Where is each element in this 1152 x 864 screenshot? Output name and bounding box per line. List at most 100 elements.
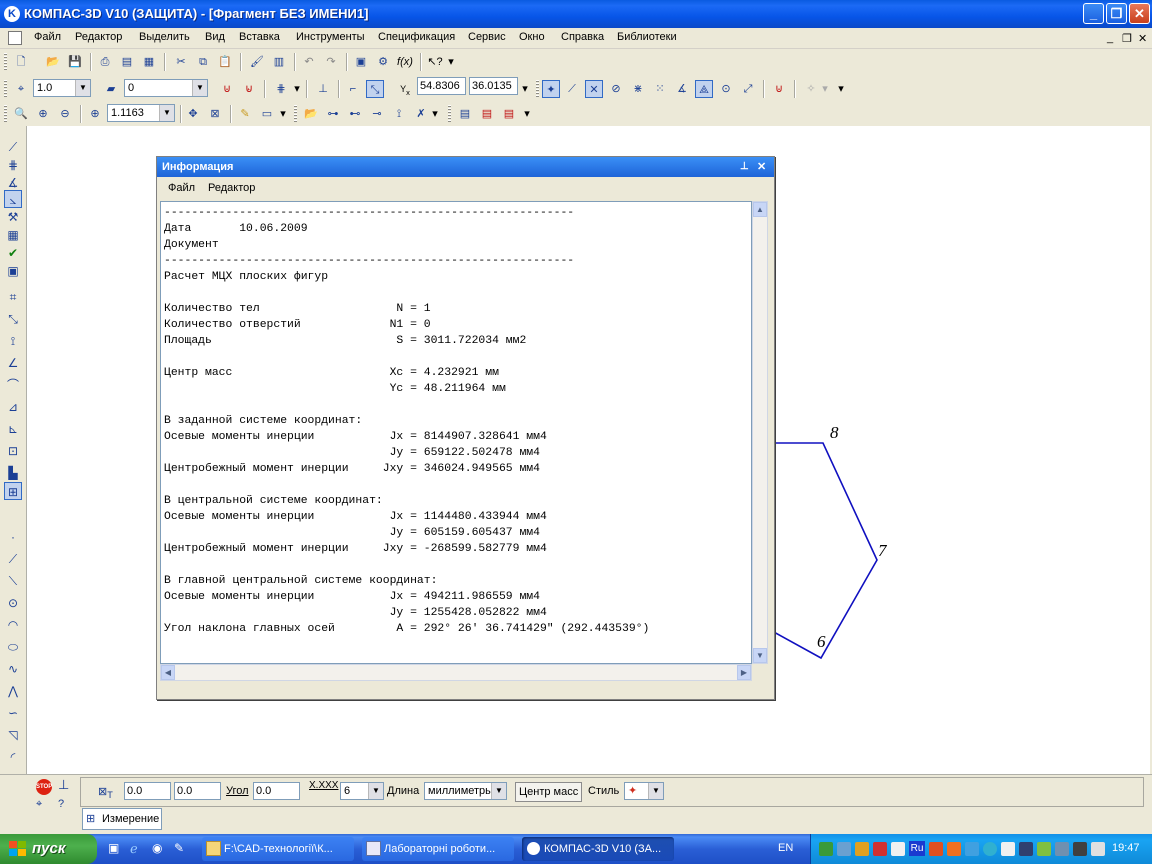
- toolbar-options-icon[interactable]: ▾: [446, 53, 456, 71]
- show-desktop-icon[interactable]: ▣: [108, 841, 124, 857]
- info-text-area[interactable]: ----------------------------------------…: [160, 201, 752, 664]
- tray-messenger-icon[interactable]: [965, 842, 979, 856]
- menu-view[interactable]: Вид: [205, 31, 225, 43]
- spline-icon[interactable]: ∿: [4, 660, 22, 678]
- vertical-scrollbar[interactable]: ▲ ▼: [752, 201, 768, 664]
- t-x-field[interactable]: 0.0: [124, 782, 171, 800]
- chevron-down-icon[interactable]: ▾: [430, 105, 440, 123]
- keyboard-layout-indicator[interactable]: Ru: [909, 841, 925, 856]
- tools-icon[interactable]: ✗: [412, 105, 430, 123]
- document-manager-icon[interactable]: ▦: [140, 53, 158, 71]
- parametrization-icon[interactable]: ▦: [4, 226, 22, 244]
- toolbar-grip[interactable]: [4, 53, 7, 71]
- scroll-up-icon[interactable]: ▲: [753, 202, 767, 217]
- pan-icon[interactable]: ✥: [184, 105, 202, 123]
- mdi-minimize-button[interactable]: _: [1107, 32, 1113, 44]
- length-unit-combo[interactable]: миллиметры ▼: [424, 782, 507, 800]
- new-file-icon[interactable]: 🗋: [12, 53, 30, 71]
- snap-point-icon[interactable]: ✦: [542, 80, 560, 98]
- chevron-down-icon[interactable]: ▼: [159, 105, 174, 121]
- info-window-titlebar[interactable]: Информация ⊥ ✕: [157, 157, 774, 177]
- snap-nearest-icon[interactable]: ⟋: [563, 80, 581, 98]
- tray-shield-icon[interactable]: [837, 842, 851, 856]
- tray-volume-icon[interactable]: [1091, 842, 1105, 856]
- step-combo[interactable]: 1.0 ▼: [33, 79, 91, 97]
- segment-icon[interactable]: ⟍: [4, 572, 22, 590]
- toolbar-grip[interactable]: [536, 80, 539, 98]
- circle-icon[interactable]: ⊙: [4, 594, 22, 612]
- zoom-out-icon[interactable]: ⊖: [56, 105, 74, 123]
- snap-curve-icon[interactable]: ⤢: [739, 80, 757, 98]
- step-cursor-icon[interactable]: ⌖: [12, 80, 30, 98]
- stop-icon[interactable]: STOP: [36, 779, 52, 795]
- toolbar-grip[interactable]: [448, 105, 451, 123]
- pin-icon[interactable]: ⊥: [740, 157, 749, 177]
- grid-icon[interactable]: ⋕: [272, 80, 290, 98]
- restore-button[interactable]: ❐: [1106, 3, 1127, 24]
- geometry-icon[interactable]: ⟋: [4, 138, 22, 156]
- arc-icon[interactable]: ◠: [4, 616, 22, 634]
- help-icon[interactable]: ?: [58, 798, 64, 810]
- bezier-icon[interactable]: ∽: [4, 704, 22, 722]
- print-preview-icon[interactable]: ▤: [118, 53, 136, 71]
- snap-toggle-icon[interactable]: ⤡: [366, 80, 384, 98]
- tray-antivirus-icon[interactable]: [873, 842, 887, 856]
- task-lab-works[interactable]: Лабораторні роботи...: [362, 837, 514, 861]
- chamfer-icon[interactable]: ◹: [4, 726, 22, 744]
- snap-magnet-icon[interactable]: ⊍: [770, 80, 788, 98]
- fillet-icon[interactable]: ◜: [4, 748, 22, 766]
- measure-icon[interactable]: ⦣: [4, 190, 22, 208]
- scroll-down-icon[interactable]: ▼: [753, 648, 767, 663]
- menu-insert[interactable]: Вставка: [239, 31, 280, 43]
- tree-icon[interactable]: ⊶: [324, 105, 342, 123]
- line-icon[interactable]: ⟋: [4, 550, 22, 568]
- task-file-manager[interactable]: F:\CAD-технології\К...: [202, 837, 354, 861]
- snap-midpoint-icon[interactable]: ⟁: [695, 80, 713, 98]
- redo-icon[interactable]: ↷: [322, 53, 340, 71]
- angle-field[interactable]: 0.0: [253, 782, 300, 800]
- menu-file[interactable]: Файл: [34, 31, 61, 43]
- library-folder-icon[interactable]: 📂: [302, 105, 320, 123]
- close-button[interactable]: ✕: [1129, 3, 1150, 24]
- coord-y-field[interactable]: 36.0135: [469, 77, 518, 95]
- toolbar-grip[interactable]: [294, 105, 297, 123]
- mdi-close-button[interactable]: ✕: [1138, 32, 1147, 45]
- polyline-icon[interactable]: ⋀: [4, 682, 22, 700]
- spec-edit-icon[interactable]: ▤: [500, 105, 518, 123]
- layer-combo[interactable]: 0 ▼: [124, 79, 208, 97]
- snap-grid-icon[interactable]: ⁙: [651, 80, 669, 98]
- refresh-icon[interactable]: ✎: [236, 105, 254, 123]
- menu-edit[interactable]: Редактор: [75, 31, 122, 43]
- magnet-icon[interactable]: ⊍: [218, 80, 236, 98]
- media-player-icon[interactable]: ◉: [152, 841, 168, 857]
- info-menu-edit[interactable]: Редактор: [208, 182, 255, 194]
- measure-distance-icon[interactable]: ⤡: [4, 310, 22, 328]
- format-brush-icon[interactable]: 🖌: [248, 53, 266, 71]
- snap-settings-icon[interactable]: ⊌: [240, 80, 258, 98]
- tray-update-icon[interactable]: [947, 842, 961, 856]
- select-icon[interactable]: ✔: [4, 244, 22, 262]
- measure-area-icon[interactable]: ⊿: [4, 398, 22, 416]
- menu-help[interactable]: Справка: [561, 31, 604, 43]
- tray-network-icon[interactable]: [855, 842, 869, 856]
- function-icon[interactable]: f(x): [396, 53, 414, 71]
- horizontal-scrollbar[interactable]: ◀ ▶: [160, 664, 752, 681]
- help-pointer-icon[interactable]: ↖?: [426, 53, 444, 71]
- toolbar-options-icon[interactable]: ▾: [278, 105, 288, 123]
- open-folder-icon[interactable]: 📂: [44, 53, 62, 71]
- view-icon[interactable]: ▭: [258, 105, 276, 123]
- dimensions-icon[interactable]: ⋕: [4, 156, 22, 174]
- chevron-down-icon[interactable]: ▼: [368, 783, 383, 799]
- tab-measure[interactable]: ⊞ Измерение: [82, 808, 162, 830]
- library-manager-icon[interactable]: ⚙: [374, 53, 392, 71]
- toolbar-options-icon[interactable]: ▾: [522, 105, 532, 123]
- language-indicator[interactable]: EN: [778, 842, 793, 854]
- point-icon[interactable]: ·: [4, 528, 22, 546]
- task-kompas[interactable]: КОМПАС-3D V10 (ЗА...: [522, 837, 674, 861]
- print-icon[interactable]: ⎙: [96, 53, 114, 71]
- chevron-down-icon[interactable]: ▼: [648, 783, 663, 799]
- internet-explorer-icon[interactable]: ℯ: [130, 841, 146, 857]
- tray-firewall-icon[interactable]: [929, 842, 943, 856]
- info-close-icon[interactable]: ✕: [757, 157, 766, 177]
- start-button[interactable]: пуск: [0, 834, 97, 864]
